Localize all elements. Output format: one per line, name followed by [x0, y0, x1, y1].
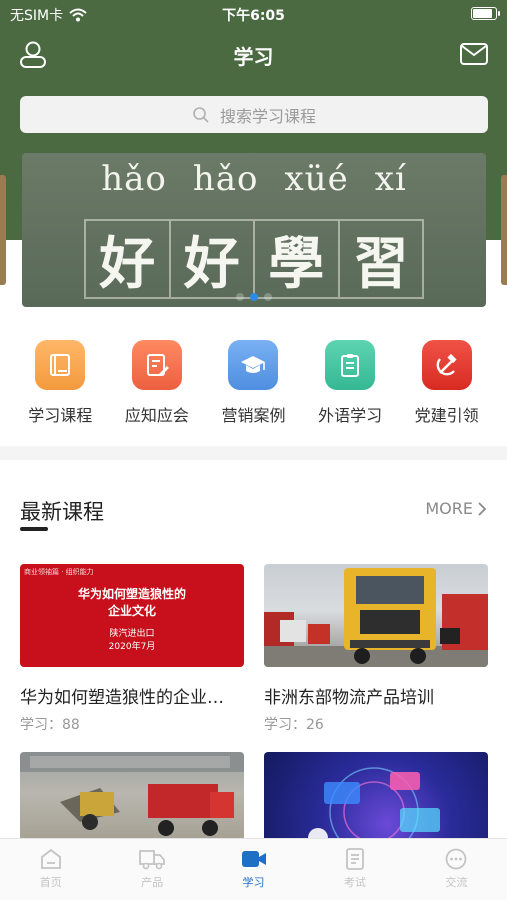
- video-icon: [241, 851, 266, 867]
- category-language-study[interactable]: 外语学习: [303, 340, 397, 430]
- banner-char-1: 好: [84, 219, 171, 299]
- battery-icon: [471, 7, 500, 20]
- section-divider: [0, 446, 507, 460]
- hammer-sickle-icon: [421, 340, 472, 390]
- status-time: 下午6:05: [222, 8, 285, 24]
- category-label: 党建引领: [414, 406, 479, 425]
- pinyin-1: hǎo: [101, 159, 167, 199]
- banner-char-2: 好: [170, 219, 255, 299]
- graduation-cap-icon: [228, 340, 279, 390]
- tab-bar: 首页 产品 学习 考试 交流: [0, 838, 507, 900]
- home-icon: [40, 848, 61, 869]
- section-title-underline: [20, 527, 48, 531]
- course-thumbnail: 商业领袖篇 · 组织能力 华为如何塑造狼性的 企业文化 陕汽进出口 2020年7…: [20, 564, 244, 667]
- tab-communication[interactable]: 交流: [406, 839, 507, 900]
- course-study-count: 学习：26: [264, 717, 324, 733]
- tab-label: 产品: [141, 876, 164, 889]
- tab-label: 首页: [39, 876, 62, 889]
- thumbnail-footer: 陕汽进出口 2020年7月: [20, 628, 244, 654]
- course-study-count: 学习：88: [20, 717, 80, 733]
- category-label: 外语学习: [318, 406, 383, 425]
- chevron-right-icon: [478, 501, 487, 516]
- course-card[interactable]: 商业领袖篇 · 组织能力 华为如何塑造狼性的 企业文化 陕汽进出口 2020年7…: [20, 564, 244, 734]
- tab-label: 考试: [343, 876, 366, 889]
- tab-exam[interactable]: 考试: [304, 839, 405, 900]
- banner-pinyin: hǎo hǎo xüé xí: [22, 159, 486, 199]
- thumbnail-tag: 商业领袖篇 · 组织能力: [24, 568, 94, 576]
- course-thumbnail: [264, 564, 488, 667]
- pinyin-2: hǎo: [192, 159, 259, 199]
- thumbnail-line-3: 陕汽进出口: [109, 629, 155, 639]
- nav-bar: 学习: [0, 30, 507, 78]
- carousel-dot[interactable]: [264, 293, 272, 301]
- category-label: 学习课程: [28, 406, 93, 425]
- search-placeholder: 搜索学习课程: [219, 106, 316, 126]
- banner-char-3: 學: [255, 219, 340, 299]
- edit-doc-icon: [131, 340, 182, 390]
- search-input[interactable]: 搜索学习课程: [20, 96, 488, 133]
- category-marketing-cases[interactable]: 营销案例: [206, 340, 300, 430]
- tab-label: 学习: [242, 876, 265, 889]
- carousel-dot[interactable]: [236, 293, 244, 301]
- banner-prev-peek[interactable]: [0, 175, 6, 285]
- pinyin-4: xí: [374, 159, 407, 199]
- exam-doc-icon: [346, 848, 364, 870]
- chat-icon: [445, 848, 467, 870]
- status-bar: 无SIM卡 下午6:05: [0, 0, 507, 28]
- section-title: 最新课程: [20, 500, 104, 524]
- banner-char-4: 習: [339, 219, 424, 299]
- tab-label: 交流: [445, 876, 468, 889]
- course-card[interactable]: 非洲东部物流产品培训 学习：26: [264, 564, 488, 734]
- carousel-indicator: [22, 293, 486, 301]
- clipboard-icon: [325, 340, 376, 390]
- pinyin-3: xüé: [284, 159, 349, 199]
- carousel-dot[interactable]: [250, 293, 258, 301]
- tab-home[interactable]: 首页: [0, 839, 101, 900]
- battery-fill: [473, 9, 492, 18]
- course-title: 非洲东部物流产品培训: [264, 688, 434, 708]
- banner-character-grid: 好 好 學 習: [84, 219, 424, 299]
- more-link[interactable]: MORE: [425, 499, 487, 518]
- banner-next-peek[interactable]: [501, 175, 507, 285]
- category-study-courses[interactable]: 学习课程: [13, 340, 107, 430]
- thumbnail-line-2: 企业文化: [107, 604, 156, 618]
- category-label: 营销案例: [221, 406, 286, 425]
- category-knowledge[interactable]: 应知应会: [110, 340, 204, 430]
- thumbnail-headline: 华为如何塑造狼性的 企业文化: [20, 586, 244, 620]
- course-title: 华为如何塑造狼性的企业…: [20, 688, 224, 708]
- truck-photo: [264, 568, 488, 667]
- book-icon: [35, 340, 86, 390]
- tab-products[interactable]: 产品: [101, 839, 202, 900]
- mail-icon[interactable]: [459, 42, 489, 66]
- tab-study[interactable]: 学习: [203, 839, 304, 900]
- category-label: 应知应会: [124, 406, 189, 425]
- truck-icon: [139, 850, 166, 870]
- thumbnail-line-1: 华为如何塑造狼性的: [77, 587, 186, 601]
- search-icon: [193, 106, 209, 123]
- more-label: MORE: [425, 499, 473, 518]
- banner-carousel[interactable]: hǎo hǎo xüé xí 好 好 學 習: [22, 153, 486, 307]
- thumbnail-line-4: 2020年7月: [108, 642, 156, 652]
- category-party-building[interactable]: 党建引领: [400, 340, 494, 430]
- page-title: 学习: [233, 45, 274, 69]
- category-row: 学习课程 应知应会 营销案例 外语学习 党建引领: [0, 340, 507, 430]
